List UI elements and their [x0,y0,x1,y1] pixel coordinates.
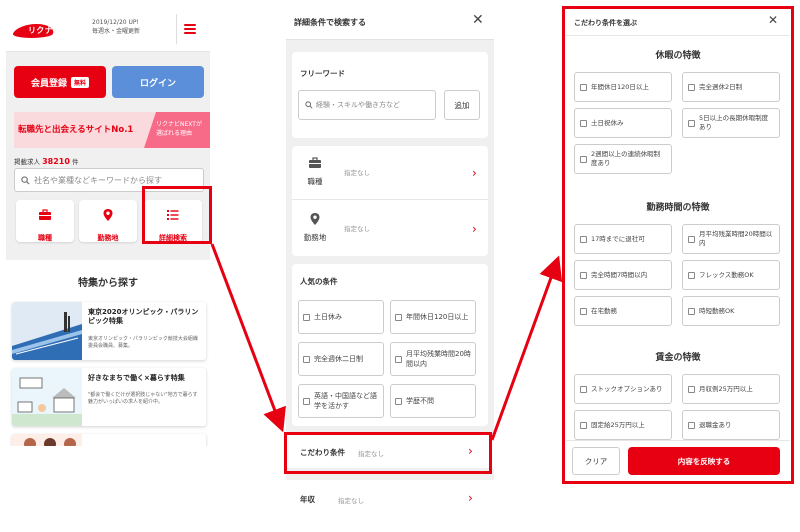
arrow-to-detailed-search [210,243,286,433]
arrow-to-kodawari-modal [490,255,563,441]
flow-arrows [210,243,563,441]
